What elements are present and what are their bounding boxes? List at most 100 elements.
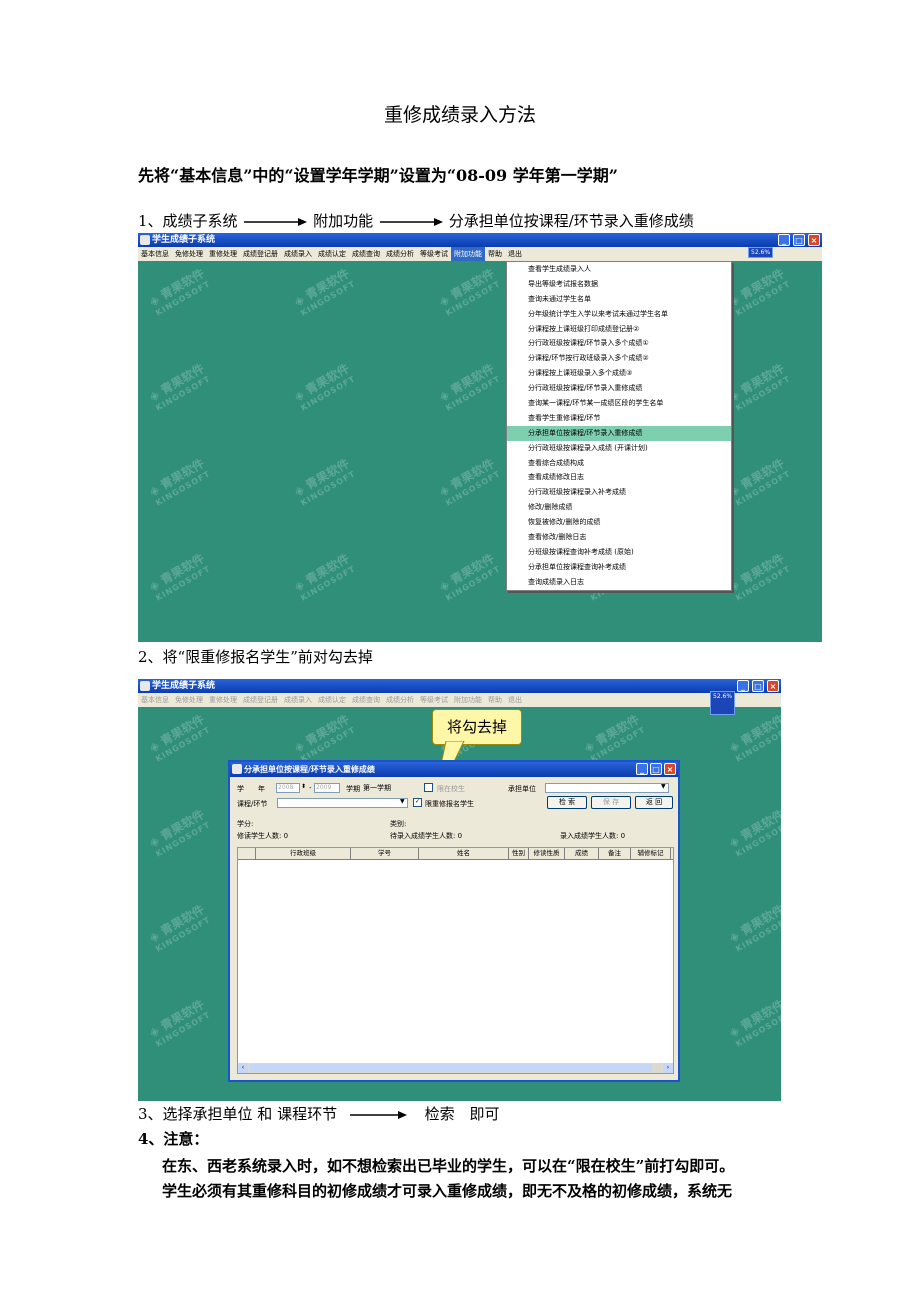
menu-item[interactable]: 成绩分析 [383,247,417,261]
dropdown-menu-item[interactable]: 查看学生成绩录入人 [507,262,731,277]
dropdown-menu-item[interactable]: 查询成绩录入日志 [507,575,731,590]
menu-item[interactable]: 成绩认定 [315,247,349,261]
watermark-logo: ◈ 青果软件KINGOSOFT [146,997,213,1049]
watermark-logo: ◈ 青果软件KINGOSOFT [726,997,781,1049]
dropdown-menu-item[interactable]: 分课程按上课班级打印成绩登记册② [507,322,731,337]
dropdown-menu-item[interactable]: 查看学生重修课程/环节 [507,411,731,426]
grid-column-header[interactable]: 备注 [599,848,631,859]
close-icon[interactable]: × [664,763,676,775]
menu-item[interactable]: 重修处理 [206,247,240,261]
menu-item[interactable]: 成绩分析 [383,693,417,707]
menu-item[interactable]: 等级考试 [417,693,451,707]
dropdown-menu-item[interactable]: 分行政班级按课程/环节录入多个成绩① [507,336,731,351]
step-2: 2、将“限重修报名学生”前对勾去掉 [138,648,373,666]
close-icon[interactable]: × [808,234,820,246]
back-button[interactable]: 返 回 [635,796,673,809]
maximize-icon[interactable]: □ [752,680,764,692]
dropdown-menu-item[interactable]: 查询某一课程/环节某一成绩区段的学生名单 [507,396,731,411]
menu-item[interactable]: 附加功能 [451,693,485,707]
dropdown-menu-item[interactable]: 分年级统计学生入学以来考试未通过学生名单 [507,307,731,322]
doc-title: 重修成绩录入方法 [383,104,536,126]
app-icon [140,681,150,691]
step-1: 1、成绩子系统 附加功能 分承担单位按课程/环节录入重修成绩 [138,210,694,231]
menu-item[interactable]: 免修处理 [172,693,206,707]
chevron-down-icon[interactable]: ▼ [400,798,405,805]
dropdown-menu-item[interactable]: 恢复被修改/删除的成绩 [507,515,731,530]
menu-item[interactable]: 附加功能 [451,247,485,261]
horizontal-scrollbar[interactable]: ‹ › [238,1063,673,1073]
dropdown-menu-item[interactable]: 分课程/环节按行政班级录入多个成绩② [507,351,731,366]
menu-item[interactable]: 成绩录入 [281,693,315,707]
maximize-icon[interactable]: □ [793,234,805,246]
year-from-field[interactable]: 2008 [276,783,300,793]
dropdown-menu-item[interactable]: 分班级按课程查询补考成绩 (原始) [507,545,731,560]
grid-column-header[interactable]: 辅修标记 [631,848,671,859]
term-value[interactable]: 第一学期 [363,783,391,793]
arrow-right-icon [379,218,443,226]
save-button[interactable]: 保 存 [591,796,631,809]
dropdown-menu-item[interactable]: 查看修改/删除日志 [507,530,731,545]
grid-column-header[interactable]: 修读性质 [529,848,565,859]
scroll-right-icon[interactable]: › [663,1063,673,1073]
menu-item[interactable]: 成绩查询 [349,693,383,707]
limit-current-checkbox[interactable] [424,783,433,792]
dropdown-menu-item[interactable]: 修改/删除成绩 [507,500,731,515]
limit-retake-checkbox[interactable]: ✓ [413,798,422,807]
watermark-logo: ◈ 青果软件KINGOSOFT [291,361,358,413]
close-icon[interactable]: × [767,680,779,692]
spinner-icon[interactable]: ⬍ [301,783,306,790]
watermark-logo: ◈ 青果软件KINGOSOFT [726,807,781,859]
menu-item[interactable]: 等级考试 [417,247,451,261]
grid-column-header[interactable]: 性别 [509,848,529,859]
scroll-left-icon[interactable]: ‹ [238,1063,248,1073]
pending-count: 待录入成绩学生人数: 0 [390,832,463,840]
menu-item[interactable]: 退出 [505,247,525,261]
app-menubar-disabled: 基本信息 免修处理 重修处理 成绩登记册 成绩录入 成绩认定 成绩查询 成绩分析 等级考试 附加功… [138,693,781,707]
year-to-field: 2009 [314,783,340,793]
menu-item[interactable]: 成绩查询 [349,247,383,261]
dropdown-menu-item[interactable]: 分课程按上课班级录入多个成绩③ [507,366,731,381]
dropdown-menu-item[interactable]: 查询未通过学生名单 [507,292,731,307]
dropdown-menu-item[interactable]: 分承担单位按课程查询补考成绩 [507,560,731,575]
dept-select[interactable] [545,783,669,793]
scroll-thumb[interactable] [250,1064,652,1072]
menu-item[interactable]: 成绩认定 [315,693,349,707]
dropdown-menu-item[interactable]: 查看综合成绩构成 [507,456,731,471]
menu-item[interactable]: 成绩登记册 [240,693,281,707]
grid-column-header[interactable]: 姓名 [419,848,509,859]
grid-column-header[interactable]: 成绩 [565,848,599,859]
dropdown-menu-item[interactable]: 分行政班级按课程录入补考成绩 [507,485,731,500]
dropdown-menu-item[interactable]: 分承担单位按课程/环节录入重修成绩 [507,425,731,441]
course-select[interactable] [277,798,408,808]
doc-heading: 先将“基本信息”中的“设置学年学期”设置为“08-09 学年第一学期” [138,166,618,185]
minimize-icon[interactable]: _ [778,234,790,246]
menu-item[interactable]: 成绩录入 [281,247,315,261]
watermark-logo: ◈ 青果软件KINGOSOFT [726,266,793,318]
dropdown-menu-item[interactable]: 查看成绩修改日志 [507,470,731,485]
menu-item[interactable]: 基本信息 [138,247,172,261]
dropdown-menu-item[interactable]: 分行政班级按课程录入成绩 (开课计划) [507,441,731,456]
search-button[interactable]: 检 索 [547,796,587,809]
arrow-right-icon [244,218,308,226]
watermark-logo: ◈ 青果软件KINGOSOFT [581,712,648,764]
dropdown-menu-item[interactable]: 导出等级考试报名数据 [507,277,731,292]
chevron-down-icon[interactable]: ▼ [661,783,666,790]
menu-item[interactable]: 重修处理 [206,693,240,707]
maximize-icon[interactable]: □ [650,763,662,775]
menu-item[interactable]: 帮助 [485,693,505,707]
menu-item[interactable]: 成绩登记册 [240,247,281,261]
minimize-icon[interactable]: _ [737,680,749,692]
dropdown-menu-item[interactable]: 分行政班级按课程/环节录入重修成绩 [507,381,731,396]
grid-column-header[interactable]: 学号 [351,848,419,859]
watermark-logo: ◈ 青果软件KINGOSOFT [436,361,503,413]
note-2: 学生必须有其重修科目的初修成绩才可录入重修成绩，即无不及格的初修成绩，系统无 [162,1182,733,1200]
dept-label: 承担单位 [508,785,536,793]
category-label: 类别: [390,820,407,828]
menu-item[interactable]: 退出 [505,693,525,707]
menu-item[interactable]: 免修处理 [172,247,206,261]
menu-item[interactable]: 帮助 [485,247,505,261]
minimize-icon[interactable]: _ [636,763,648,775]
year-dash: - [309,784,312,792]
menu-item[interactable]: 基本信息 [138,693,172,707]
grid-column-header[interactable]: 行政班级 [256,848,351,859]
